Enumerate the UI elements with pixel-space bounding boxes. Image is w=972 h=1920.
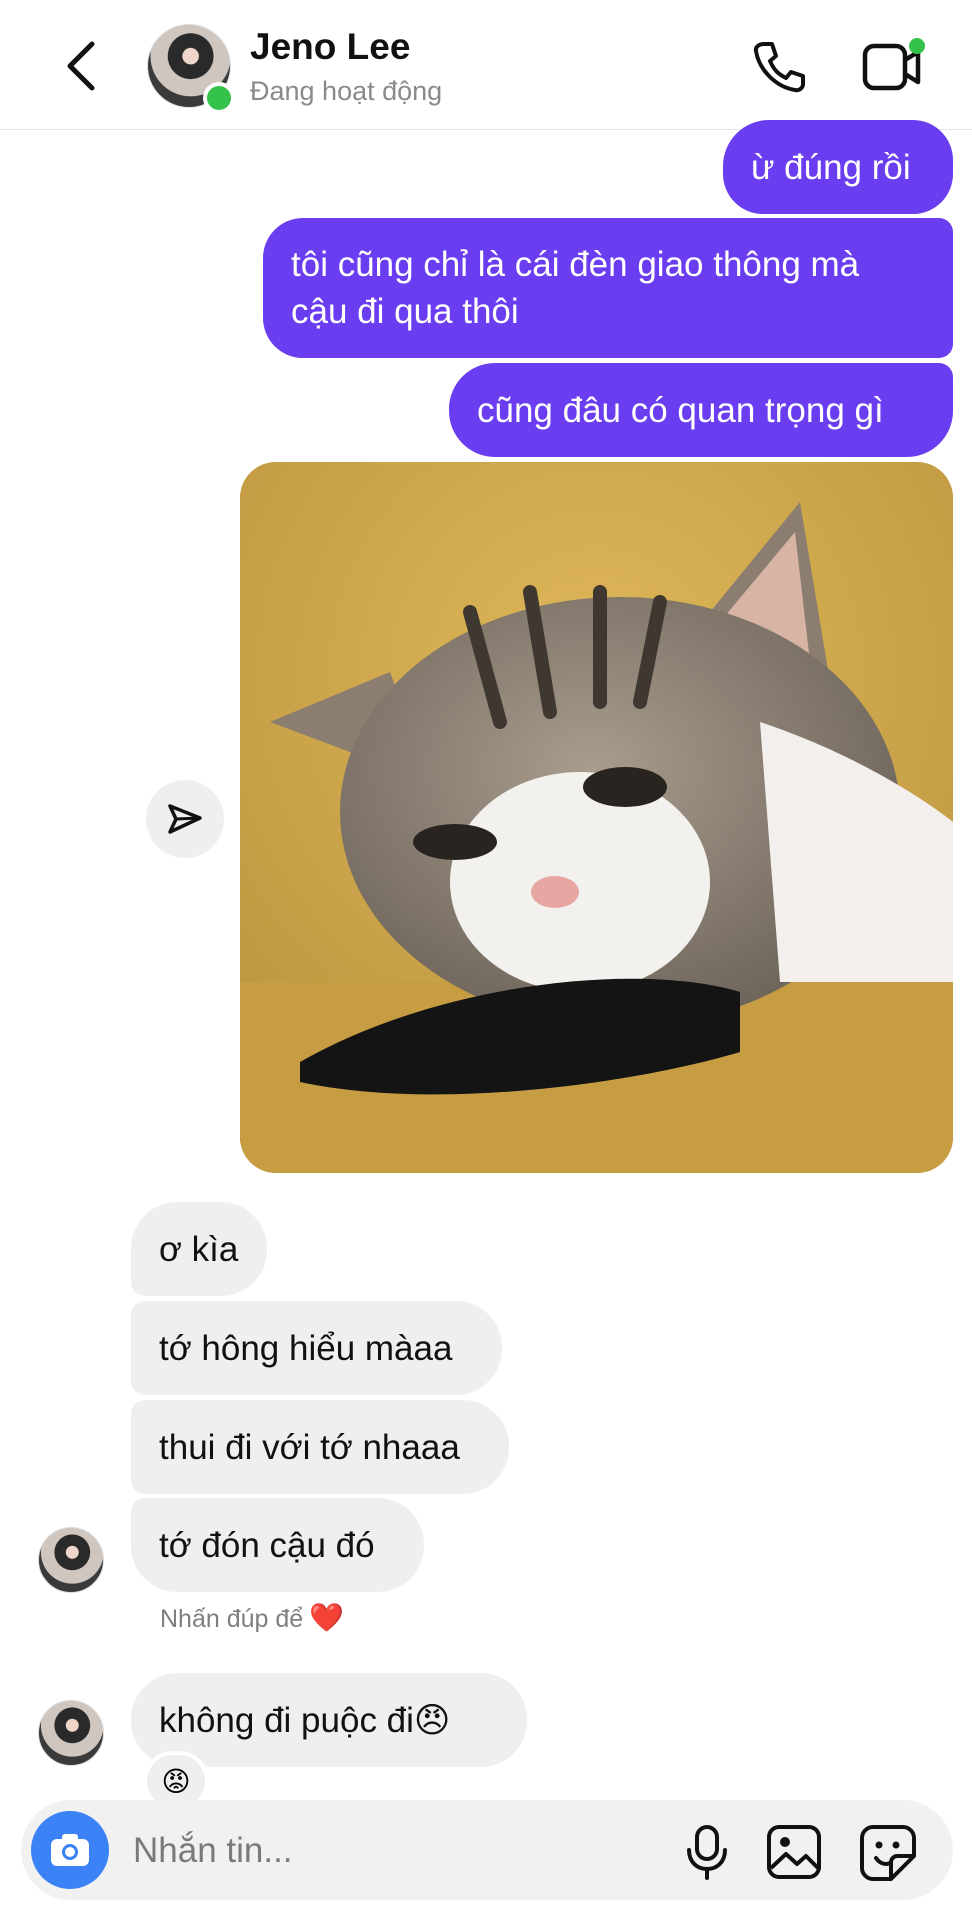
incoming-message[interactable]: tớ đón cậu đó <box>131 1498 424 1592</box>
cat-photo <box>240 462 953 1173</box>
incoming-message[interactable]: ơ kìa <box>131 1202 267 1296</box>
back-arrow-icon[interactable] <box>62 38 102 94</box>
angry-face-icon: 😡 <box>161 1765 191 1797</box>
share-button[interactable] <box>146 780 224 858</box>
contact-status: Đang hoạt động <box>250 76 443 106</box>
video-call-icon[interactable] <box>862 38 928 94</box>
heart-icon: ❤️ <box>309 1602 345 1633</box>
microphone-icon[interactable] <box>683 1824 731 1880</box>
cat-photo-message[interactable] <box>240 462 953 1173</box>
phone-icon[interactable] <box>750 38 808 96</box>
incoming-message[interactable]: thui đi với tớ nhaaa <box>131 1400 509 1494</box>
hint-text: Nhấn đúp để <box>160 1605 304 1633</box>
contact-name[interactable]: Jeno Lee <box>250 26 410 68</box>
camera-button[interactable] <box>31 1811 109 1889</box>
send-icon <box>168 804 202 834</box>
outgoing-message[interactable]: cũng đâu có quan trọng gì <box>449 363 953 457</box>
online-status-dot <box>203 82 235 114</box>
message-composer <box>21 1800 953 1900</box>
outgoing-message[interactable]: tôi cũng chỉ là cái đèn giao thông mà cậ… <box>263 218 953 358</box>
incoming-message[interactable]: tớ hông hiểu màaa <box>131 1301 502 1395</box>
avatar[interactable] <box>38 1527 104 1593</box>
message-input[interactable] <box>131 1822 675 1880</box>
avatar[interactable] <box>38 1700 104 1766</box>
outgoing-message[interactable]: ừ đúng rồi <box>723 120 953 214</box>
chat-header: Jeno Lee Đang hoạt động <box>0 0 972 130</box>
gallery-icon[interactable] <box>766 1824 822 1880</box>
double-tap-hint: Nhấn đúp để ❤️ <box>160 1601 344 1634</box>
camera-icon <box>51 1834 89 1866</box>
sticker-icon[interactable] <box>859 1824 917 1882</box>
